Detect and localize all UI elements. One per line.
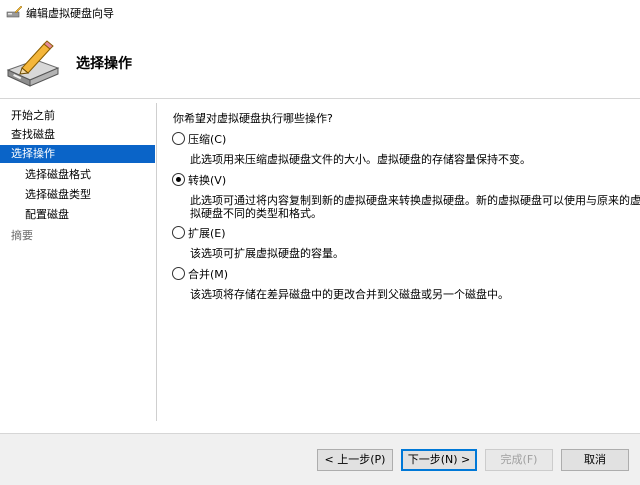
sidebar-item-before-you-begin[interactable]: 开始之前 bbox=[0, 107, 155, 125]
finish-button[interactable]: 完成(F) bbox=[485, 449, 553, 471]
option-merge-label[interactable]: 合并(M) bbox=[188, 266, 228, 282]
radio-merge[interactable] bbox=[172, 267, 185, 280]
next-button[interactable]: 下一步(N) > bbox=[401, 449, 477, 471]
option-compact-label[interactable]: 压缩(C) bbox=[188, 131, 226, 147]
page-title: 选择操作 bbox=[76, 56, 132, 72]
sidebar-item-locate-disk[interactable]: 查找磁盘 bbox=[0, 126, 155, 144]
action-question: 你希望对虚拟硬盘执行哪些操作? bbox=[173, 112, 333, 125]
window-title: 编辑虚拟硬盘向导 bbox=[26, 7, 114, 20]
radio-convert[interactable] bbox=[172, 173, 185, 186]
radio-compact[interactable] bbox=[172, 132, 185, 145]
option-convert-description: 此选项可通过将内容复制到新的虚拟硬盘来转换虚拟硬盘。新的虚拟硬盘可以使用与原来的… bbox=[190, 194, 640, 220]
title-bar: 编辑虚拟硬盘向导 bbox=[0, 0, 640, 24]
action-panel: 你希望对虚拟硬盘执行哪些操作? 压缩(C) 此选项用来压缩虚拟硬盘文件的大小。虚… bbox=[157, 99, 640, 433]
sidebar-item-configure-disk[interactable]: 配置磁盘 bbox=[0, 206, 155, 224]
sidebar-item-choose-disk-format[interactable]: 选择磁盘格式 bbox=[0, 166, 155, 184]
option-merge-description: 该选项将存储在差异磁盘中的更改合并到父磁盘或另一个磁盘中。 bbox=[190, 288, 509, 301]
sidebar-item-choose-action[interactable]: 选择操作 bbox=[0, 145, 155, 163]
option-expand-label[interactable]: 扩展(E) bbox=[188, 225, 226, 241]
option-convert-label[interactable]: 转换(V) bbox=[188, 172, 226, 188]
radio-expand[interactable] bbox=[172, 226, 185, 239]
wizard-footer: < 上一步(P) 下一步(N) > 完成(F) 取消 bbox=[0, 434, 640, 485]
wizard-header: 选择操作 bbox=[0, 24, 640, 98]
wizard-steps-sidebar: 开始之前 查找磁盘 选择操作 选择磁盘格式 选择磁盘类型 配置磁盘 摘要 bbox=[0, 99, 157, 433]
option-expand-description: 该选项可扩展虚拟硬盘的容量。 bbox=[190, 247, 344, 260]
cancel-button[interactable]: 取消 bbox=[561, 449, 629, 471]
hard-disk-pencil-icon bbox=[6, 40, 62, 88]
sidebar-item-summary[interactable]: 摘要 bbox=[0, 227, 155, 245]
sidebar-item-choose-disk-type[interactable]: 选择磁盘类型 bbox=[0, 186, 155, 204]
disk-wizard-icon bbox=[6, 5, 23, 19]
back-button[interactable]: < 上一步(P) bbox=[317, 449, 393, 471]
option-compact-description: 此选项用来压缩虚拟硬盘文件的大小。虚拟硬盘的存储容量保持不变。 bbox=[190, 153, 531, 166]
